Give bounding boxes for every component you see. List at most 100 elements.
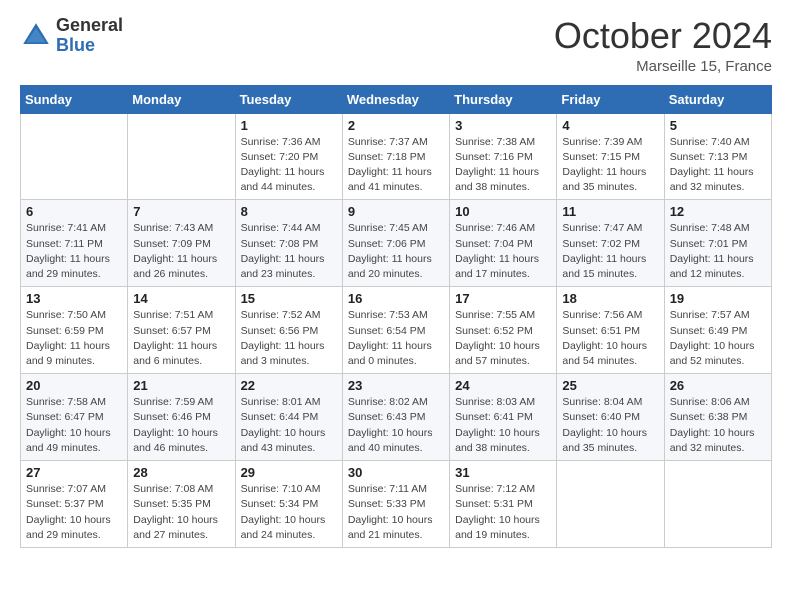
weekday-header-tuesday: Tuesday <box>235 85 342 113</box>
day-number: 10 <box>455 204 551 219</box>
calendar-cell: 22Sunrise: 8:01 AM Sunset: 6:44 PM Dayli… <box>235 374 342 461</box>
day-detail: Sunrise: 7:56 AM Sunset: 6:51 PM Dayligh… <box>562 308 658 369</box>
calendar-cell: 9Sunrise: 7:45 AM Sunset: 7:06 PM Daylig… <box>342 200 449 287</box>
day-detail: Sunrise: 7:51 AM Sunset: 6:57 PM Dayligh… <box>133 308 229 369</box>
day-number: 17 <box>455 291 551 306</box>
calendar-week-0: 1 Sunrise: 7:36 AM Sunset: 7:20 PM Daylig… <box>21 113 772 200</box>
calendar-cell: 21Sunrise: 7:59 AM Sunset: 6:46 PM Dayli… <box>128 374 235 461</box>
calendar-cell: 28 Sunrise: 7:08 AM Sunset: 5:35 PM Dayli… <box>128 461 235 548</box>
day-number: 7 <box>133 204 229 219</box>
calendar-cell <box>21 113 128 200</box>
weekday-header-monday: Monday <box>128 85 235 113</box>
day-number: 19 <box>670 291 766 306</box>
day-detail: Sunrise: 7:48 AM Sunset: 7:01 PM Dayligh… <box>670 221 766 282</box>
calendar-cell: 24 Sunrise: 8:03 AM Sunset: 6:41 PM Dayli… <box>450 374 557 461</box>
day-detail: Sunrise: 7:50 AM Sunset: 6:59 PM Dayligh… <box>26 308 122 369</box>
day-number: 28 <box>133 465 229 480</box>
day-number: 11 <box>562 204 658 219</box>
day-detail: Sunrise: 7:40 AM Sunset: 7:13 PM Dayligh… <box>670 135 766 196</box>
calendar-cell: 25Sunrise: 8:04 AM Sunset: 6:40 PM Dayli… <box>557 374 664 461</box>
day-number: 21 <box>133 378 229 393</box>
day-number: 24 <box>455 378 551 393</box>
day-number: 5 <box>670 118 766 133</box>
calendar-cell: 11 Sunrise: 7:47 AM Sunset: 7:02 PM Dayli… <box>557 200 664 287</box>
calendar-cell <box>557 461 664 548</box>
day-detail: Sunrise: 7:38 AM Sunset: 7:16 PM Dayligh… <box>455 135 551 196</box>
calendar-cell: 27 Sunrise: 7:07 AM Sunset: 5:37 PM Dayli… <box>21 461 128 548</box>
logo-icon <box>20 20 52 52</box>
day-detail: Sunrise: 7:07 AM Sunset: 5:37 PM Dayligh… <box>26 482 122 543</box>
logo: General Blue <box>20 16 123 56</box>
day-detail: Sunrise: 7:08 AM Sunset: 5:35 PM Dayligh… <box>133 482 229 543</box>
day-number: 26 <box>670 378 766 393</box>
weekday-header-friday: Friday <box>557 85 664 113</box>
calendar-cell: 3 Sunrise: 7:38 AM Sunset: 7:16 PM Daylig… <box>450 113 557 200</box>
day-number: 8 <box>241 204 337 219</box>
day-detail: Sunrise: 7:55 AM Sunset: 6:52 PM Dayligh… <box>455 308 551 369</box>
day-number: 3 <box>455 118 551 133</box>
day-detail: Sunrise: 7:58 AM Sunset: 6:47 PM Dayligh… <box>26 395 122 456</box>
calendar-cell: 12 Sunrise: 7:48 AM Sunset: 7:01 PM Dayli… <box>664 200 771 287</box>
day-number: 23 <box>348 378 444 393</box>
day-detail: Sunrise: 7:47 AM Sunset: 7:02 PM Dayligh… <box>562 221 658 282</box>
day-detail: Sunrise: 8:02 AM Sunset: 6:43 PM Dayligh… <box>348 395 444 456</box>
day-detail: Sunrise: 7:11 AM Sunset: 5:33 PM Dayligh… <box>348 482 444 543</box>
weekday-header-sunday: Sunday <box>21 85 128 113</box>
day-number: 29 <box>241 465 337 480</box>
calendar-cell: 6 Sunrise: 7:41 AM Sunset: 7:11 PM Daylig… <box>21 200 128 287</box>
calendar-cell: 14 Sunrise: 7:51 AM Sunset: 6:57 PM Dayli… <box>128 287 235 374</box>
calendar-week-2: 13 Sunrise: 7:50 AM Sunset: 6:59 PM Dayli… <box>21 287 772 374</box>
calendar-cell: 7 Sunrise: 7:43 AM Sunset: 7:09 PM Daylig… <box>128 200 235 287</box>
day-detail: Sunrise: 7:39 AM Sunset: 7:15 PM Dayligh… <box>562 135 658 196</box>
day-number: 15 <box>241 291 337 306</box>
calendar-cell: 31Sunrise: 7:12 AM Sunset: 5:31 PM Dayli… <box>450 461 557 548</box>
day-detail: Sunrise: 8:01 AM Sunset: 6:44 PM Dayligh… <box>241 395 337 456</box>
day-number: 2 <box>348 118 444 133</box>
day-number: 13 <box>26 291 122 306</box>
day-number: 25 <box>562 378 658 393</box>
day-number: 18 <box>562 291 658 306</box>
location-subtitle: Marseille 15, France <box>554 58 772 75</box>
calendar-cell: 1 Sunrise: 7:36 AM Sunset: 7:20 PM Daylig… <box>235 113 342 200</box>
calendar-cell: 5 Sunrise: 7:40 AM Sunset: 7:13 PM Daylig… <box>664 113 771 200</box>
day-detail: Sunrise: 7:53 AM Sunset: 6:54 PM Dayligh… <box>348 308 444 369</box>
calendar-cell: 16 Sunrise: 7:53 AM Sunset: 6:54 PM Dayli… <box>342 287 449 374</box>
day-detail: Sunrise: 8:06 AM Sunset: 6:38 PM Dayligh… <box>670 395 766 456</box>
day-number: 9 <box>348 204 444 219</box>
day-number: 4 <box>562 118 658 133</box>
logo-text: General Blue <box>56 16 123 56</box>
day-detail: Sunrise: 7:52 AM Sunset: 6:56 PM Dayligh… <box>241 308 337 369</box>
weekday-header-row: SundayMondayTuesdayWednesdayThursdayFrid… <box>21 85 772 113</box>
month-title: October 2024 <box>554 16 772 56</box>
calendar-cell: 13 Sunrise: 7:50 AM Sunset: 6:59 PM Dayli… <box>21 287 128 374</box>
day-number: 14 <box>133 291 229 306</box>
calendar-cell: 4 Sunrise: 7:39 AM Sunset: 7:15 PM Daylig… <box>557 113 664 200</box>
day-number: 6 <box>26 204 122 219</box>
calendar-cell: 8Sunrise: 7:44 AM Sunset: 7:08 PM Daylig… <box>235 200 342 287</box>
day-detail: Sunrise: 7:41 AM Sunset: 7:11 PM Dayligh… <box>26 221 122 282</box>
weekday-header-thursday: Thursday <box>450 85 557 113</box>
calendar-cell: 29 Sunrise: 7:10 AM Sunset: 5:34 PM Dayli… <box>235 461 342 548</box>
day-number: 20 <box>26 378 122 393</box>
calendar-week-3: 20 Sunrise: 7:58 AM Sunset: 6:47 PM Dayli… <box>21 374 772 461</box>
day-detail: Sunrise: 7:37 AM Sunset: 7:18 PM Dayligh… <box>348 135 444 196</box>
calendar-cell: 17 Sunrise: 7:55 AM Sunset: 6:52 PM Dayli… <box>450 287 557 374</box>
header: General Blue October 2024 Marseille 15, … <box>20 16 772 75</box>
calendar-cell: 19 Sunrise: 7:57 AM Sunset: 6:49 PM Dayli… <box>664 287 771 374</box>
day-number: 12 <box>670 204 766 219</box>
calendar-cell: 26 Sunrise: 8:06 AM Sunset: 6:38 PM Dayli… <box>664 374 771 461</box>
day-detail: Sunrise: 7:12 AM Sunset: 5:31 PM Dayligh… <box>455 482 551 543</box>
logo-blue: Blue <box>56 35 95 55</box>
calendar-cell <box>664 461 771 548</box>
day-detail: Sunrise: 8:03 AM Sunset: 6:41 PM Dayligh… <box>455 395 551 456</box>
day-number: 16 <box>348 291 444 306</box>
day-detail: Sunrise: 7:43 AM Sunset: 7:09 PM Dayligh… <box>133 221 229 282</box>
day-detail: Sunrise: 7:36 AM Sunset: 7:20 PM Dayligh… <box>241 135 337 196</box>
calendar-cell <box>128 113 235 200</box>
day-number: 1 <box>241 118 337 133</box>
day-detail: Sunrise: 7:10 AM Sunset: 5:34 PM Dayligh… <box>241 482 337 543</box>
calendar-table: SundayMondayTuesdayWednesdayThursdayFrid… <box>20 85 772 548</box>
day-number: 27 <box>26 465 122 480</box>
weekday-header-wednesday: Wednesday <box>342 85 449 113</box>
day-detail: Sunrise: 7:57 AM Sunset: 6:49 PM Dayligh… <box>670 308 766 369</box>
